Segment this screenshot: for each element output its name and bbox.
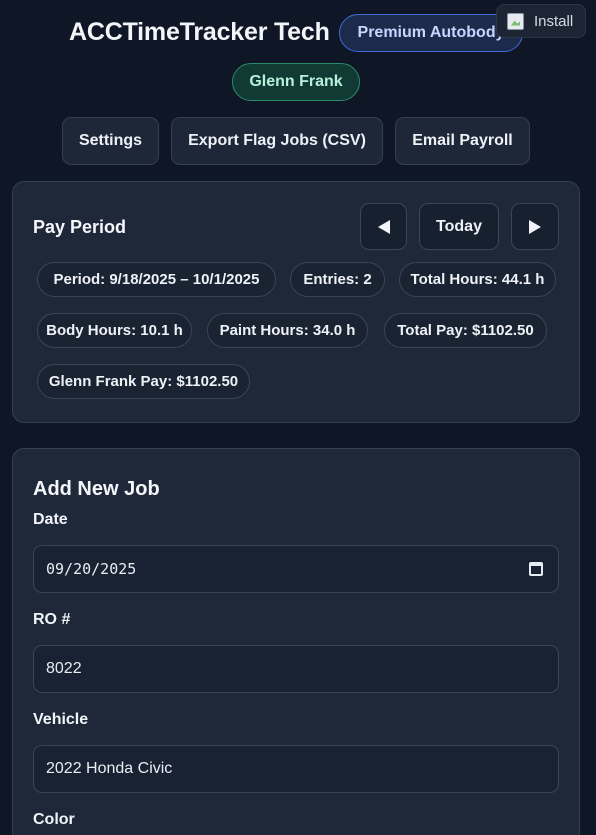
- email-payroll-button[interactable]: Email Payroll: [395, 117, 530, 165]
- ro-label: RO #: [33, 611, 71, 628]
- app-page: ACCTimeTracker Tech Premium Autobody Ins…: [0, 0, 596, 835]
- ro-value: 8022: [46, 660, 82, 677]
- calendar-icon[interactable]: [529, 562, 543, 576]
- triangle-right-icon: [529, 219, 541, 234]
- ro-number-field[interactable]: 8022: [33, 645, 559, 693]
- paint-hours-chip: Paint Hours: 34.0 h: [207, 313, 368, 348]
- add-job-title: Add New Job: [33, 478, 160, 500]
- total-pay-chip: Total Pay: $1102.50: [384, 313, 547, 348]
- date-field[interactable]: 09/20/2025: [33, 545, 559, 593]
- vehicle-value: 2022 Honda Civic: [46, 760, 173, 777]
- triangle-left-icon: [377, 219, 390, 234]
- user-badge: Glenn Frank: [232, 63, 360, 101]
- add-job-card: Add New Job Date 09/20/2025 RO # 8022 Ve…: [12, 448, 580, 835]
- pay-period-card: Pay Period Today Period: 9/18/2025 – 10/…: [12, 181, 580, 423]
- user-pay-chip: Glenn Frank Pay: $1102.50: [37, 364, 250, 399]
- install-label: Install: [534, 12, 574, 30]
- color-label: Color: [33, 811, 75, 828]
- date-value: 09/20/2025: [46, 560, 137, 578]
- period-chip: Period: 9/18/2025 – 10/1/2025: [37, 262, 276, 297]
- previous-period-button[interactable]: [360, 203, 407, 250]
- export-flag-jobs-button[interactable]: Export Flag Jobs (CSV): [171, 117, 383, 165]
- pay-period-title: Pay Period: [33, 217, 127, 237]
- entries-chip: Entries: 2: [290, 262, 385, 297]
- image-icon: [507, 12, 524, 30]
- install-button[interactable]: Install: [496, 4, 586, 38]
- today-button[interactable]: Today: [419, 203, 499, 250]
- date-label: Date: [33, 511, 68, 528]
- next-period-button[interactable]: [511, 203, 559, 250]
- vehicle-field[interactable]: 2022 Honda Civic: [33, 745, 559, 793]
- vehicle-label: Vehicle: [33, 711, 89, 728]
- total-hours-chip: Total Hours: 44.1 h: [399, 262, 556, 297]
- settings-button[interactable]: Settings: [62, 117, 159, 165]
- body-hours-chip: Body Hours: 10.1 h: [37, 313, 192, 348]
- app-title: ACCTimeTracker Tech: [69, 18, 330, 46]
